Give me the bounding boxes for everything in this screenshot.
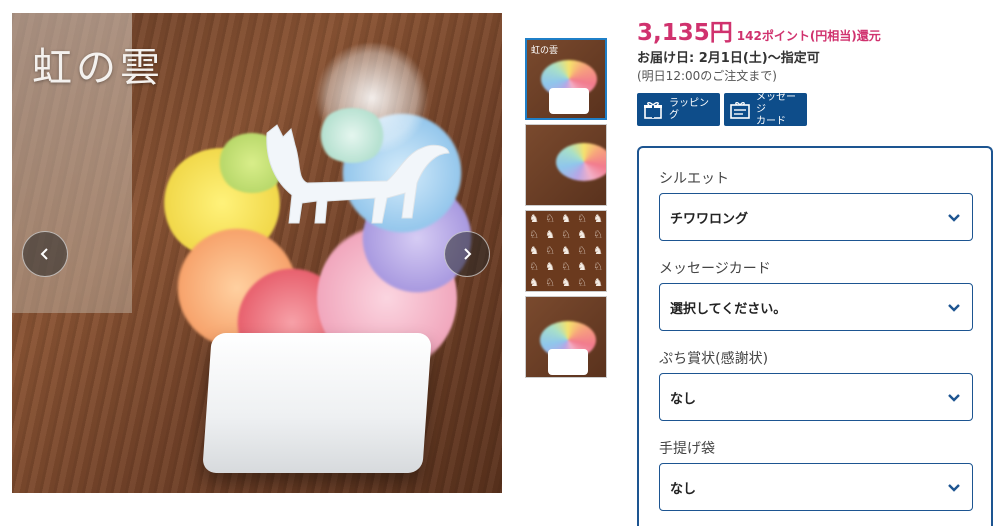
message-card-label-line2: カード [756, 115, 786, 127]
option-silhouette-label: シルエット [659, 171, 729, 187]
thumbnail-2[interactable] [525, 124, 607, 206]
main-product-image: 虹の雲 [12, 13, 502, 493]
delivery-note: (明日12:00のご注文まで) [637, 69, 777, 83]
message-card-label: メッセージ カード [756, 92, 801, 128]
chevron-down-icon [948, 304, 960, 312]
option-certificate-label: ぷち賞状(感謝状) [659, 351, 769, 367]
chevron-down-icon [948, 484, 960, 492]
card-icon [730, 101, 750, 119]
option-bag-value: なし [670, 481, 697, 497]
gallery-next-button[interactable] [444, 231, 490, 277]
option-silhouette-value: チワワロング [670, 211, 749, 227]
option-message-card-select[interactable]: 選択してください。 [659, 283, 973, 331]
white-vase [202, 333, 432, 473]
option-certificate-select[interactable]: なし [659, 373, 973, 421]
chevron-right-icon [464, 248, 472, 260]
options-panel: シルエット チワワロング メッセージカード 選択してください。 ぷち賞状(感謝状… [637, 146, 993, 526]
message-card-button[interactable]: メッセージ カード [724, 92, 807, 128]
delivery-date: お届け日: 2月1日(土)～指定可 [637, 51, 820, 66]
option-message-card-label: メッセージカード [659, 261, 771, 277]
wrapping-label: ラッピング [669, 97, 709, 121]
thumbnail-vase [548, 349, 588, 375]
gift-icon [644, 101, 662, 119]
points-reward: 142ポイント(円相当)還元 [736, 29, 881, 43]
cat-silhouette-icon [266, 124, 450, 224]
image-brand-text: 虹の雲 [32, 45, 164, 91]
price: 3,135円 [637, 20, 733, 46]
chevron-down-icon [948, 394, 960, 402]
option-bag-select[interactable]: なし [659, 463, 973, 511]
gallery-prev-button[interactable] [22, 231, 68, 277]
thumbnail-4[interactable] [525, 296, 607, 378]
wrapping-button[interactable]: ラッピング [637, 93, 720, 126]
option-bag-label: 手提げ袋 [659, 441, 715, 457]
thumbnail-1[interactable]: 虹の雲 [525, 38, 607, 120]
price-row: 3,135円 142ポイント(円相当)還元 [637, 13, 881, 47]
option-message-card-value: 選択してください。 [670, 301, 787, 317]
thumbnail-vase [549, 88, 589, 114]
chevron-left-icon [40, 248, 48, 260]
silhouette-grid: ♞ ♘ ♞ ♘ ♞ ♘ ♞ ♘ ♞ ♘ ♞ ♘ ♞ ♘ ♞ ♘ ♞ ♘ ♞ ♘ ♞ ♘ ♞ ♘ ♞ [529, 212, 603, 289]
thumbnail-label: 虹の雲 [531, 46, 559, 56]
message-card-label-line1: メッセージ [756, 91, 796, 115]
option-silhouette-select[interactable]: チワワロング [659, 193, 973, 241]
option-certificate-value: なし [670, 391, 697, 407]
thumbnail-list: 虹の雲 ♞ ♘ ♞ ♘ ♞ ♘ ♞ ♘ ♞ ♘ ♞ ♘ ♞ ♘ ♞ ♘ ♞ ♘ ♞ ♘ ♞ ♘ ♞ ♘ ♞ [525, 38, 607, 382]
chevron-down-icon [948, 214, 960, 222]
thumbnail-3-silhouette-pattern[interactable]: ♞ ♘ ♞ ♘ ♞ ♘ ♞ ♘ ♞ ♘ ♞ ♘ ♞ ♘ ♞ ♘ ♞ ♘ ♞ ♘ ♞ ♘ ♞ ♘ ♞ [525, 210, 607, 292]
thumbnail-flowers [556, 143, 606, 181]
